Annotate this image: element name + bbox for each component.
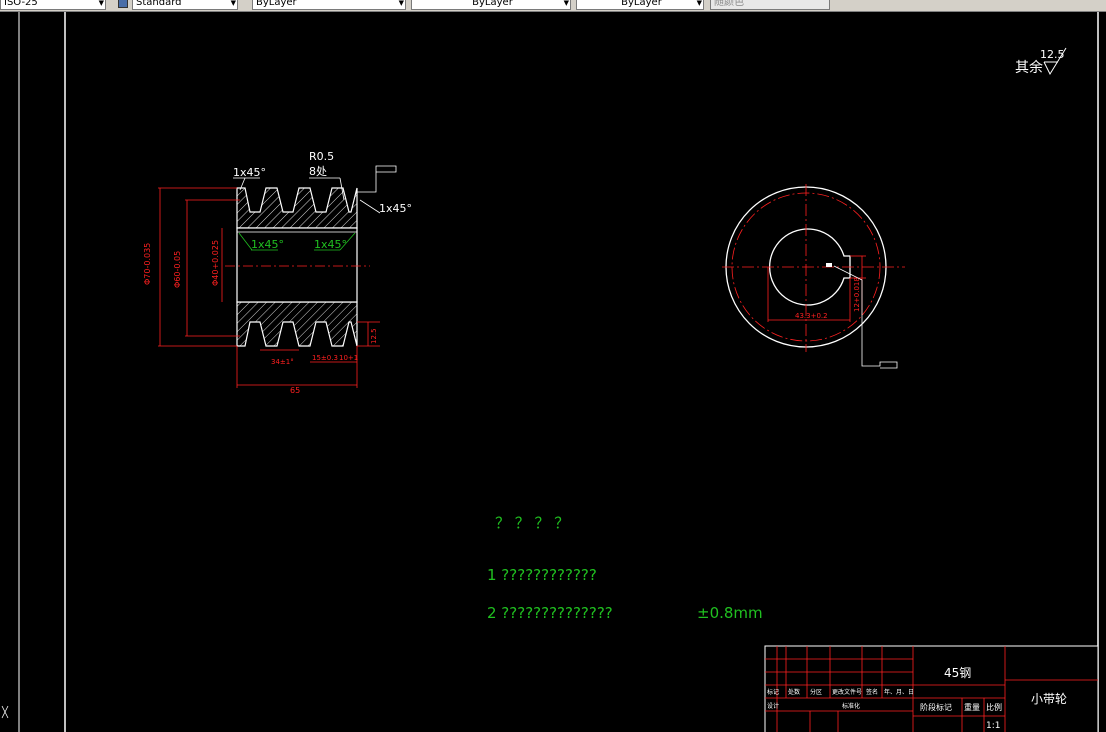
textstyle-value: Standard [136,0,182,8]
title-block: 45钢 小带轮 标记 处数 分区 更改文件号 签名 年、月、日 设计 标准化 阶… [764,645,1099,732]
material-text: 45钢 [944,666,971,680]
chamfer-right-text: 1x45° [379,202,412,215]
color-value: ByLayer [256,0,297,8]
chevron-down-icon[interactable]: ▼ [231,0,236,8]
scale-label: 比例 [986,702,1002,712]
dim-keyway-w-text: 43.3+0.2 [795,312,828,320]
col-label-count: 处数 [788,688,800,696]
chamfer-inner-left-text: 1x45° [251,238,284,251]
dim-keyway-h-text: 12+0.018 [853,277,861,312]
col-label-zone: 分区 [810,688,822,696]
dim-length-text: 65 [290,386,300,395]
col-label-signature: 签名 [866,688,878,696]
notes-title: ？ ？ ？ ？ [495,514,569,532]
roughness-value: 12.5 [1040,48,1065,61]
col-label-mark: 标记 [767,688,779,696]
leader-marker [826,263,832,267]
lineweight-value: ByLayer [621,0,662,8]
plotstyle-value: 随颜色 [714,0,744,8]
notes-line2-tolerance: ±0.8mm [697,604,763,622]
front-section-view: Φ70-0.035 Φ60-0.05 Φ40+0.025 65 34±1° 15… [143,150,412,395]
side-view: 43.3+0.2 12+0.018 [722,184,905,369]
notes-line1: 1 ???????????? [487,566,597,584]
geometric-tolerance-frame [357,165,397,193]
dim-right-h-text: 12.5 [370,328,378,344]
lineweight-combo[interactable]: ByLayer ▼ [576,0,704,10]
dim-mid-text: Φ60-0.05 [173,251,182,288]
radius-note-text: R0.5 [309,150,334,163]
textstyle-icon[interactable] [118,0,128,8]
chevron-down-icon[interactable]: ▼ [399,0,404,8]
properties-toolbar: ISO-25 ▼ Standard ▼ ByLayer ▼ ByLayer ▼ … [0,0,1106,12]
roughness-prefix: 其余 [1015,59,1043,76]
linetype-value: ByLayer [472,0,513,8]
plotstyle-combo[interactable]: 随颜色 [710,0,830,10]
ucs-icon [1,705,9,719]
lower-hatch-region [236,301,358,347]
dim-outer-text: Φ70-0.035 [143,243,152,285]
roughness-symbol: 其余 12.5 [1015,47,1067,76]
count-note-text: 8处 [309,165,327,178]
chevron-down-icon[interactable]: ▼ [99,0,104,8]
chevron-down-icon[interactable]: ▼ [564,0,569,8]
design-label: 设计 [767,702,779,710]
scale-value: 1:1 [986,721,1000,731]
chevron-down-icon[interactable]: ▼ [697,0,702,8]
part-name-text: 小带轮 [1031,692,1067,706]
stage-label: 阶段标记 [920,702,952,712]
dimstyle-combo[interactable]: ISO-25 ▼ [0,0,106,10]
standard-label: 标准化 [842,702,860,710]
technical-notes: ？ ？ ？ ？ 1 ???????????? 2 ?????????????? … [487,514,763,622]
upper-hatch-region [236,187,358,229]
notes-line2: 2 ?????????????? [487,604,613,622]
color-combo[interactable]: ByLayer ▼ [252,0,406,10]
col-label-date: 年、月、日 [884,688,914,696]
dim-edge-text: 10+1 [339,354,358,362]
weight-label: 重量 [964,702,980,712]
chamfer-top-left-text: 1x45° [233,166,266,179]
dim-groove-angle-text: 34±1° [271,358,294,366]
dimstyle-value: ISO-25 [4,0,38,8]
dim-groove-pitch-text: 15±0.3 [312,354,338,362]
chamfer-inner-right-text: 1x45° [314,238,347,251]
drawing-canvas[interactable]: 其余 12.5 Φ70-0.035 Φ60-0.05 Φ40+0.025 65 … [0,12,1106,732]
col-label-change-doc: 更改文件号 [832,688,862,696]
textstyle-combo[interactable]: Standard ▼ [132,0,238,10]
dim-bore-text: Φ40+0.025 [211,240,220,286]
linetype-combo[interactable]: ByLayer ▼ [411,0,571,10]
